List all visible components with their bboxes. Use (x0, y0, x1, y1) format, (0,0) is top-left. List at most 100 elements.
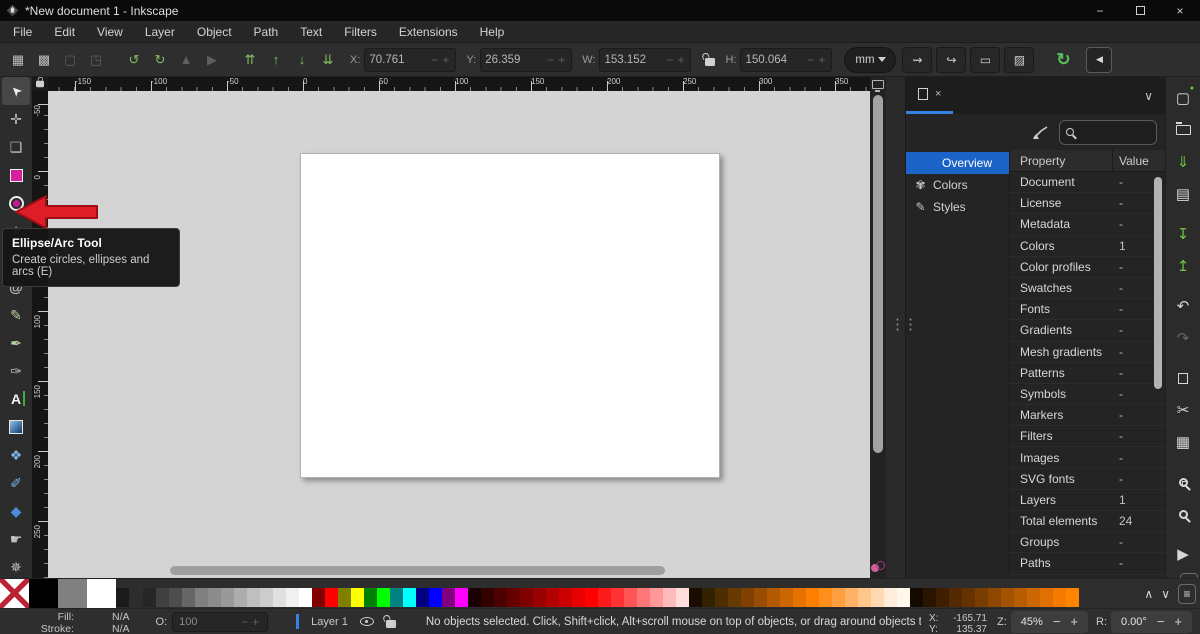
fill-stroke-indicator[interactable]: Fill: N/A Stroke: N/A (0, 611, 130, 634)
w-field[interactable]: 153.152−+ (599, 48, 691, 72)
palette-swatch[interactable] (559, 588, 572, 607)
palette-swatch[interactable] (195, 588, 208, 607)
palette-swatch[interactable] (507, 588, 520, 607)
table-row[interactable]: Gradients - (1010, 320, 1165, 341)
table-row[interactable]: Paths - (1010, 553, 1165, 574)
print-document[interactable]: ▤ (1170, 181, 1196, 207)
plus-stepper[interactable]: + (675, 53, 686, 67)
palette-swatch[interactable] (0, 578, 29, 608)
palette-swatch[interactable] (520, 588, 533, 607)
palette-swatch[interactable] (116, 588, 129, 607)
document-resources-tab[interactable]: × (906, 77, 953, 114)
palette-swatch[interactable] (468, 588, 481, 607)
palette-swatch[interactable] (637, 588, 650, 607)
palette-swatch[interactable] (728, 588, 741, 607)
spray-tool[interactable]: ✵ (2, 553, 30, 578)
palette-swatch[interactable] (975, 588, 988, 607)
palette-swatch[interactable] (715, 588, 728, 607)
scale-rounded-corners-toggle[interactable]: ↪ (936, 47, 966, 73)
palette-swatch[interactable] (1053, 588, 1066, 607)
rotate-cw[interactable]: ↻ (148, 48, 172, 72)
table-row[interactable]: Total elements 24 (1010, 511, 1165, 532)
palette-scroll-up-icon[interactable]: ∧ (1144, 587, 1153, 601)
palette-swatch[interactable] (650, 588, 663, 607)
palette-swatch[interactable] (208, 588, 221, 607)
table-row[interactable]: Fonts - (1010, 299, 1165, 320)
ruler-lock[interactable] (32, 77, 48, 91)
import-image[interactable]: ↧ (1170, 221, 1196, 247)
table-row[interactable]: Metadata - (1010, 214, 1165, 235)
opacity-field[interactable]: 100 − + (172, 612, 268, 632)
palette-swatch[interactable] (884, 588, 897, 607)
display-mode-icon[interactable] (872, 80, 884, 89)
table-row[interactable]: SVG fonts - (1010, 469, 1165, 490)
plus-stepper[interactable]: + (1174, 614, 1182, 629)
expand[interactable]: ▶ (1170, 541, 1196, 567)
palette-swatch[interactable] (598, 588, 611, 607)
menu-item[interactable]: File (4, 23, 41, 41)
scale-stroke-toggle[interactable]: ⇝ (902, 47, 932, 73)
palette-swatch[interactable] (988, 588, 1001, 607)
select-touch[interactable]: ◳ (84, 48, 108, 72)
minus-stepper[interactable]: − (664, 53, 675, 67)
plus-stepper[interactable]: + (556, 53, 567, 67)
open-document[interactable] (1170, 117, 1196, 143)
panel-nav-item[interactable]: Overview (906, 152, 1009, 174)
layer-lock-icon[interactable] (386, 620, 396, 628)
flip-horizontal[interactable]: ▲ (174, 48, 198, 72)
minus-stepper[interactable]: − (545, 53, 556, 67)
color-managed-icon[interactable] (870, 560, 886, 574)
tab-close-icon[interactable]: × (935, 88, 941, 100)
zoom-to-selection[interactable] (1170, 469, 1196, 495)
table-row[interactable]: License - (1010, 193, 1165, 214)
export[interactable]: ↥ (1170, 253, 1196, 279)
mesh-gradient-tool[interactable]: ❖ (2, 441, 30, 469)
menu-item[interactable]: Object (188, 23, 241, 41)
rotate-ccw[interactable]: ↺ (122, 48, 146, 72)
palette-swatch[interactable] (58, 578, 87, 608)
canvas[interactable] (48, 91, 870, 578)
dropper-tool[interactable]: ✐ (2, 469, 30, 497)
table-row[interactable]: Groups - (1010, 532, 1165, 553)
zoom-to-drawing[interactable] (1170, 501, 1196, 527)
raise-to-top[interactable]: ⇈ (238, 48, 262, 72)
menu-item[interactable]: Edit (45, 23, 84, 41)
toolbar-collapse-button[interactable]: ◀ (1086, 47, 1112, 73)
table-row[interactable]: Symbols - (1010, 384, 1165, 405)
x-field[interactable]: 70.761−+ (364, 48, 456, 72)
units-dropdown[interactable]: mm (844, 47, 896, 73)
palette-swatch[interactable] (533, 588, 546, 607)
palette-swatch[interactable] (806, 588, 819, 607)
palette-swatch[interactable] (390, 588, 403, 607)
restore-button[interactable] (1120, 0, 1160, 21)
plus-stepper[interactable]: + (250, 615, 261, 629)
palette-swatch[interactable] (1027, 588, 1040, 607)
palette-swatch[interactable] (299, 588, 312, 607)
palette-swatch[interactable] (442, 588, 455, 607)
table-row[interactable]: Document - (1010, 172, 1165, 193)
shape-builder-tool[interactable]: ❑ (2, 133, 30, 161)
minus-stepper[interactable]: − (239, 615, 250, 629)
palette-swatch[interactable] (910, 588, 923, 607)
palette-swatch[interactable] (949, 588, 962, 607)
table-row[interactable]: Mesh gradients - (1010, 342, 1165, 363)
palette-swatch[interactable] (1040, 588, 1053, 607)
palette-swatch[interactable] (962, 588, 975, 607)
layer-visibility-eye-icon[interactable] (360, 617, 374, 626)
save-document[interactable]: ⇓ (1170, 149, 1196, 175)
node-tool[interactable]: ✛ (2, 105, 30, 133)
palette-swatch[interactable] (325, 588, 338, 607)
paste[interactable]: ▦ (1170, 429, 1196, 455)
lower[interactable]: ↓ (290, 48, 314, 72)
pen-tool[interactable]: ✒ (2, 329, 30, 357)
palette-swatch[interactable] (832, 588, 845, 607)
palette-swatch[interactable] (767, 588, 780, 607)
zoom-field[interactable]: 45% − + (1011, 611, 1088, 633)
h-field[interactable]: 150.064−+ (740, 48, 832, 72)
table-row[interactable]: Filters - (1010, 426, 1165, 447)
palette-swatch[interactable] (377, 588, 390, 607)
pencil-tool[interactable]: ✎ (2, 301, 30, 329)
palette-swatch[interactable] (156, 588, 169, 607)
minimize-button[interactable]: − (1080, 0, 1120, 21)
palette-swatch[interactable] (871, 588, 884, 607)
